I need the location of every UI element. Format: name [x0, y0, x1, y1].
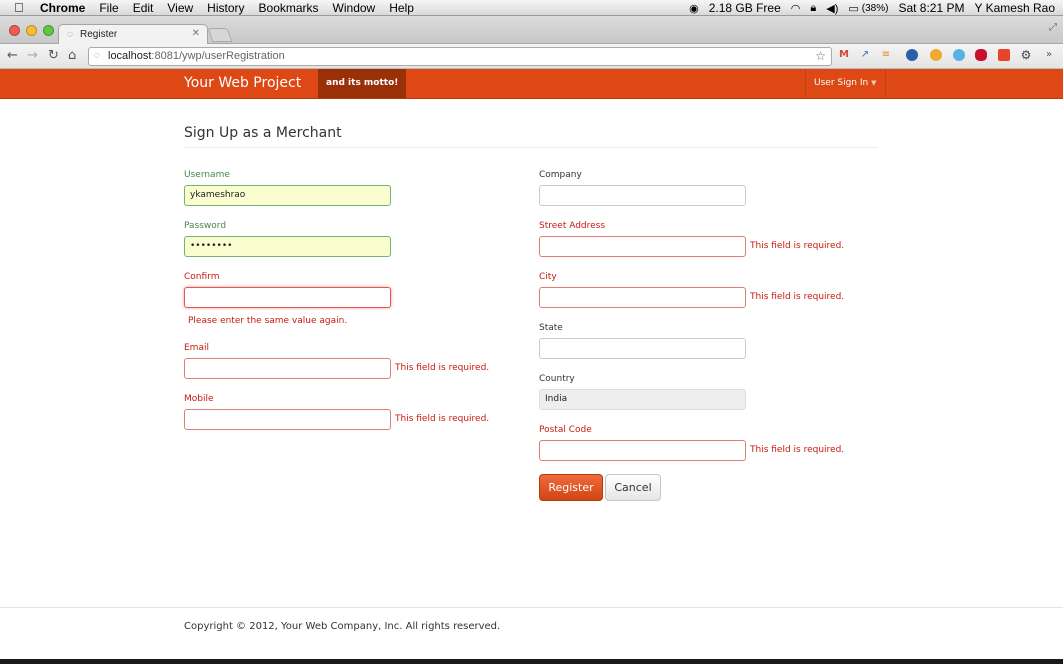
email-label: Email [184, 343, 209, 353]
back-arrow-icon[interactable]: ← [7, 49, 18, 63]
url-text: localhost:8081/ywp/userRegistration [108, 50, 285, 62]
postal-code-label: Postal Code [539, 425, 592, 435]
apple-menu-icon[interactable]:  [14, 0, 24, 15]
browser-extension-icon[interactable] [906, 49, 918, 61]
fullscreen-icon[interactable]: ⤢ [1049, 22, 1057, 33]
username-label: Username [184, 170, 230, 180]
register-button[interactable]: Register [539, 474, 603, 501]
browser-toolbar: ← → ↻ ⌂ ◌ localhost:8081/ywp/userRegistr… [0, 44, 1063, 69]
zoom-window-button[interactable] [43, 25, 54, 36]
memory-monitor-icon[interactable]: ◉ [689, 2, 699, 15]
volume-icon[interactable]: ◀︎) [826, 2, 838, 15]
nav-motto[interactable]: and its motto! [318, 69, 407, 98]
orange-extension-icon[interactable] [930, 49, 942, 61]
wifi-icon[interactable]: ◠ [791, 2, 801, 15]
lock-icon[interactable]: 🔒︎ [810, 2, 816, 15]
street-address-error-message: This field is required. [750, 241, 845, 251]
user-sign-in-dropdown[interactable]: User Sign In ▼ [805, 69, 886, 98]
confirm-error-message: Please enter the same value again. [188, 316, 348, 326]
site-brand[interactable]: Your Web Project [184, 75, 301, 91]
status-area: ◉ 2.18 GB Free ◠ 🔒︎ ◀︎) ▭ (38%) Sat 8:21… [679, 1, 1055, 15]
menu-edit[interactable]: Edit [133, 1, 154, 15]
close-window-button[interactable] [9, 25, 20, 36]
sign-in-label: User Sign In [814, 78, 869, 88]
battery-icon[interactable]: ▭ [848, 2, 858, 15]
confirm-label: Confirm [184, 272, 220, 282]
red-extension-icon[interactable] [975, 49, 987, 61]
bookmark-extension-icon[interactable] [998, 49, 1010, 61]
tab-strip: ◌ Register ✕ ⤢ [0, 16, 1063, 44]
company-input[interactable] [539, 185, 746, 206]
bookmark-star-icon[interactable]: ☆ [815, 49, 826, 63]
footer-copyright: Copyright © 2012, Your Web Company, Inc.… [184, 621, 501, 632]
cancel-button[interactable]: Cancel [605, 474, 661, 501]
app-menus: Chrome File Edit View History Bookmarks … [40, 1, 428, 15]
forward-arrow-icon[interactable]: → [27, 49, 38, 63]
home-icon[interactable]: ⌂ [68, 49, 76, 63]
confirm-password-input[interactable] [184, 287, 391, 308]
menu-bookmarks[interactable]: Bookmarks [259, 1, 319, 15]
email-error-message: This field is required. [395, 363, 490, 373]
battery-percent: (38%) [861, 2, 889, 14]
stackoverflow-extension-icon[interactable]: ≡ [880, 49, 892, 61]
city-error-message: This field is required. [750, 292, 845, 302]
mobile-input[interactable] [184, 409, 391, 430]
close-tab-icon[interactable]: ✕ [192, 28, 200, 39]
city-label: City [539, 272, 557, 282]
memory-free-text[interactable]: 2.18 GB Free [709, 1, 781, 15]
city-input[interactable] [539, 287, 746, 308]
blue-extension-icon[interactable] [953, 49, 965, 61]
reload-icon[interactable]: ↻ [48, 49, 59, 63]
user-name[interactable]: Y Kamesh Rao [975, 1, 1056, 15]
page-title: Sign Up as a Merchant [184, 125, 342, 141]
country-label: Country [539, 374, 575, 384]
caret-down-icon: ▼ [871, 79, 877, 87]
tab-title: Register [80, 29, 118, 40]
site-navbar: Your Web Project and its motto! User Sig… [0, 69, 1063, 99]
menu-window[interactable]: Window [333, 1, 376, 15]
more-extensions-icon[interactable]: » [1043, 49, 1055, 61]
window-controls [9, 25, 54, 36]
clock[interactable]: Sat 8:21 PM [898, 1, 964, 15]
macos-menu-bar:  Chrome File Edit View History Bookmark… [0, 0, 1063, 16]
minimize-window-button[interactable] [26, 25, 37, 36]
menu-view[interactable]: View [167, 1, 193, 15]
new-tab-button[interactable] [207, 28, 233, 42]
postal-code-error-message: This field is required. [750, 445, 845, 455]
page-info-icon[interactable]: ◌ [94, 50, 100, 61]
window-bottom-edge [0, 659, 1063, 664]
heading-divider [184, 147, 878, 148]
menu-history[interactable]: History [207, 1, 244, 15]
analytics-extension-icon[interactable]: ↗ [859, 49, 871, 61]
password-label: Password [184, 221, 227, 231]
page-favicon-icon: ◌ [67, 29, 73, 40]
state-label: State [539, 323, 563, 333]
menu-file[interactable]: File [99, 1, 118, 15]
username-input[interactable]: ykameshrao [184, 185, 391, 206]
street-address-input[interactable] [539, 236, 746, 257]
menu-chrome[interactable]: Chrome [40, 1, 85, 15]
mobile-error-message: This field is required. [395, 414, 490, 424]
address-bar[interactable]: ◌ localhost:8081/ywp/userRegistration ☆ [88, 47, 832, 66]
menu-help[interactable]: Help [389, 1, 414, 15]
street-address-label: Street Address [539, 221, 606, 231]
mobile-label: Mobile [184, 394, 214, 404]
footer-divider [0, 607, 1063, 608]
email-input[interactable] [184, 358, 391, 379]
password-input[interactable]: •••••••• [184, 236, 391, 257]
tab-register[interactable]: ◌ Register ✕ [58, 24, 208, 44]
state-input[interactable] [539, 338, 746, 359]
settings-gear-icon[interactable]: ⚙ [1020, 49, 1032, 61]
country-input[interactable]: India [539, 389, 746, 410]
gmail-extension-icon[interactable]: M [838, 49, 850, 61]
company-label: Company [539, 170, 582, 180]
postal-code-input[interactable] [539, 440, 746, 461]
